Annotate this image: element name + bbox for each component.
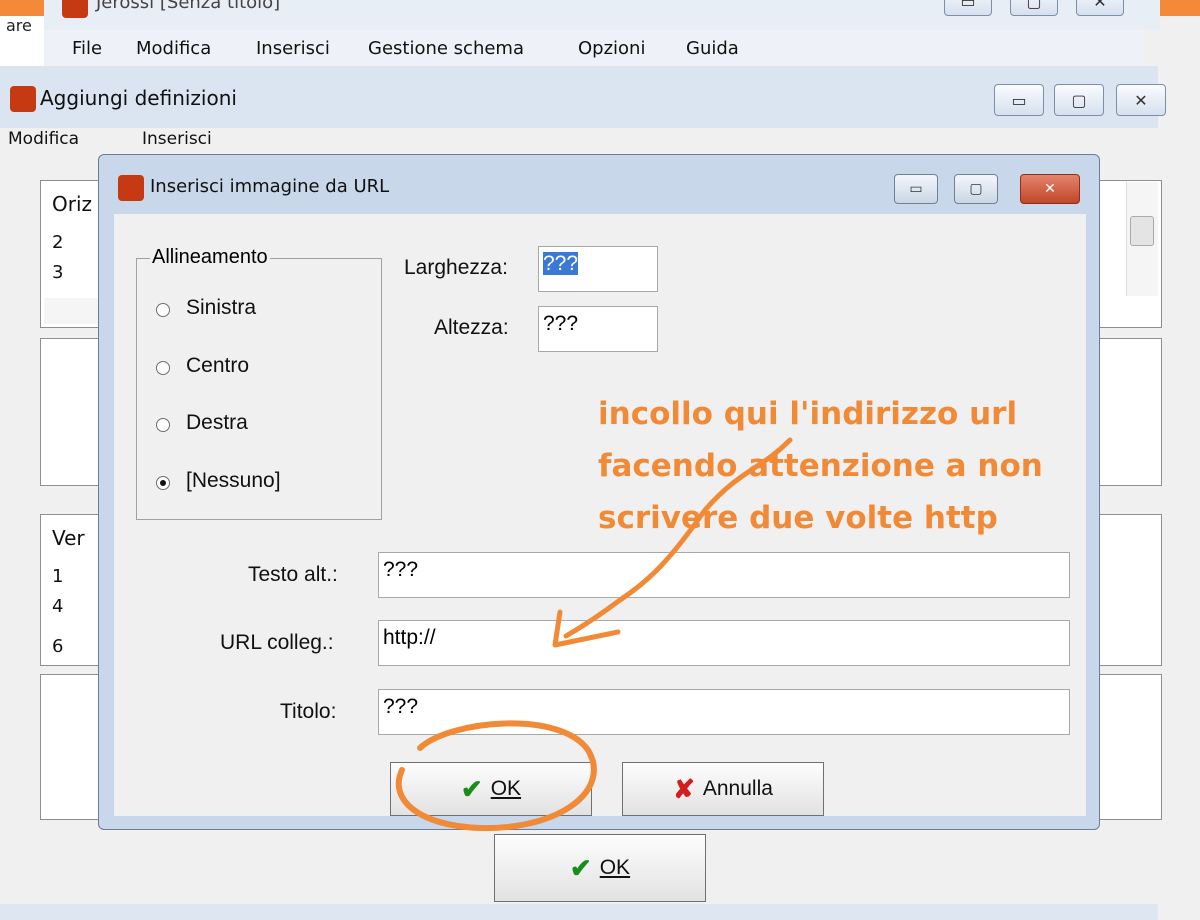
- annotation-arrow: [563, 437, 793, 639]
- arrow-head: [552, 609, 621, 648]
- annotation-circle: [395, 720, 597, 832]
- annotation-overlay: [395, 437, 793, 832]
